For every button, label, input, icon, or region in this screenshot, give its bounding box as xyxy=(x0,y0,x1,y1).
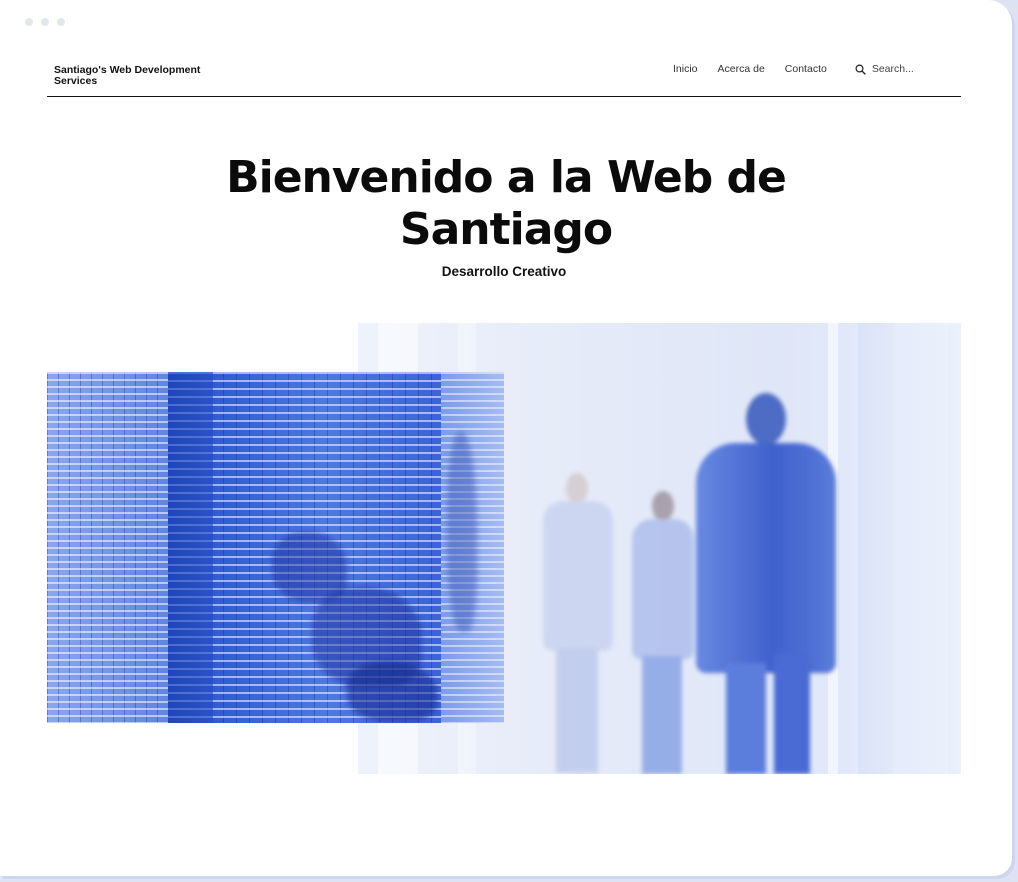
hero-title-line-2: Santiago xyxy=(399,204,613,255)
search-input[interactable] xyxy=(871,63,952,75)
window-dot[interactable] xyxy=(57,18,65,26)
main-nav: Inicio Acerca de Contacto xyxy=(673,63,952,75)
hero-title: Bienvenido a la Web de Santiago xyxy=(0,152,1012,256)
browser-window: Santiago's Web Development Services Inic… xyxy=(0,0,1012,876)
hero-title-line-1: Bienvenido a la Web de xyxy=(226,152,787,203)
skyscraper-image xyxy=(47,372,504,723)
window-dot[interactable] xyxy=(25,18,33,26)
hero-subtitle: Desarrollo Creativo xyxy=(441,264,567,279)
search-box[interactable] xyxy=(855,63,952,75)
window-dot[interactable] xyxy=(41,18,49,26)
window-controls xyxy=(25,18,65,26)
site-brand[interactable]: Santiago's Web Development Services xyxy=(54,65,224,87)
header-divider xyxy=(47,96,961,97)
nav-item-contacto[interactable]: Contacto xyxy=(785,63,827,75)
search-icon[interactable] xyxy=(855,63,866,75)
nav-item-acerca-de[interactable]: Acerca de xyxy=(718,63,765,75)
nav-item-inicio[interactable]: Inicio xyxy=(673,63,698,75)
